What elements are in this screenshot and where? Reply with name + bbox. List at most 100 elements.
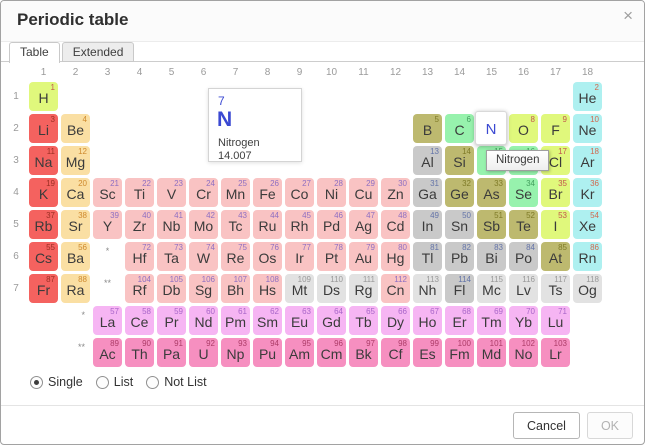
element-Ar[interactable]: 18Ar — [573, 146, 602, 175]
element-Fm[interactable]: 100Fm — [445, 338, 474, 367]
element-Ds[interactable]: 110Ds — [317, 274, 346, 303]
element-I[interactable]: 53I — [541, 210, 570, 239]
element-Ne[interactable]: 10Ne — [573, 114, 602, 143]
element-Bi[interactable]: 83Bi — [477, 242, 506, 271]
element-Mt[interactable]: 109Mt — [285, 274, 314, 303]
element-Ru[interactable]: 44Ru — [253, 210, 282, 239]
element-Ho[interactable]: 67Ho — [413, 306, 442, 335]
element-Rh[interactable]: 45Rh — [285, 210, 314, 239]
element-Lv[interactable]: 116Lv — [509, 274, 538, 303]
element-Fl[interactable]: 114Fl — [445, 274, 474, 303]
cancel-button[interactable]: Cancel — [513, 412, 580, 439]
element-Rb[interactable]: 37Rb — [29, 210, 58, 239]
element-Kr[interactable]: 36Kr — [573, 178, 602, 207]
element-Ac[interactable]: 89Ac — [93, 338, 122, 367]
element-Fe[interactable]: 26Fe — [253, 178, 282, 207]
element-Os[interactable]: 76Os — [253, 242, 282, 271]
element-Na[interactable]: 11Na — [29, 146, 58, 175]
element-In[interactable]: 49In — [413, 210, 442, 239]
element-Cd[interactable]: 48Cd — [381, 210, 410, 239]
element-Co[interactable]: 27Co — [285, 178, 314, 207]
element-Al[interactable]: 13Al — [413, 146, 442, 175]
element-Th[interactable]: 90Th — [125, 338, 154, 367]
element-Ra[interactable]: 88Ra — [61, 274, 90, 303]
element-Fr[interactable]: 87Fr — [29, 274, 58, 303]
element-V[interactable]: 23V — [157, 178, 186, 207]
element-Ba[interactable]: 56Ba — [61, 242, 90, 271]
element-At[interactable]: 85At — [541, 242, 570, 271]
element-Sr[interactable]: 38Sr — [61, 210, 90, 239]
element-Mn[interactable]: 25Mn — [221, 178, 250, 207]
element-Rf[interactable]: 104Rf — [125, 274, 154, 303]
element-Bk[interactable]: 97Bk — [349, 338, 378, 367]
element-Tl[interactable]: 81Tl — [413, 242, 442, 271]
element-He[interactable]: 2He — [573, 82, 602, 111]
element-Hf[interactable]: 72Hf — [125, 242, 154, 271]
element-No[interactable]: 102No — [509, 338, 538, 367]
radio-not-list[interactable]: Not List — [146, 375, 206, 389]
element-Np[interactable]: 93Np — [221, 338, 250, 367]
element-Ag[interactable]: 47Ag — [349, 210, 378, 239]
element-Cn[interactable]: 112Cn — [381, 274, 410, 303]
element-Tm[interactable]: 69Tm — [477, 306, 506, 335]
element-Li[interactable]: 3Li — [29, 114, 58, 143]
element-Te[interactable]: 52Te — [509, 210, 538, 239]
element-Ti[interactable]: 22Ti — [125, 178, 154, 207]
radio-icon[interactable] — [146, 376, 159, 389]
element-Pt[interactable]: 78Pt — [317, 242, 346, 271]
element-Ce[interactable]: 58Ce — [125, 306, 154, 335]
element-Eu[interactable]: 63Eu — [285, 306, 314, 335]
element-Zn[interactable]: 30Zn — [381, 178, 410, 207]
element-Y[interactable]: 39Y — [93, 210, 122, 239]
element-Ir[interactable]: 77Ir — [285, 242, 314, 271]
element-Hg[interactable]: 80Hg — [381, 242, 410, 271]
element-Cr[interactable]: 24Cr — [189, 178, 218, 207]
element-Sm[interactable]: 62Sm — [253, 306, 282, 335]
element-As[interactable]: 33As — [477, 178, 506, 207]
element-Po[interactable]: 84Po — [509, 242, 538, 271]
element-Xe[interactable]: 54Xe — [573, 210, 602, 239]
element-Rn[interactable]: 86Rn — [573, 242, 602, 271]
tab-table[interactable]: Table — [9, 42, 60, 63]
element-Cf[interactable]: 98Cf — [381, 338, 410, 367]
element-H[interactable]: 1H — [29, 82, 58, 111]
element-Nb[interactable]: 41Nb — [157, 210, 186, 239]
radio-single[interactable]: Single — [30, 375, 83, 389]
element-Br[interactable]: 35Br — [541, 178, 570, 207]
radio-icon[interactable] — [96, 376, 109, 389]
element-U[interactable]: 92U — [189, 338, 218, 367]
element-Db[interactable]: 105Db — [157, 274, 186, 303]
element-Nh[interactable]: 113Nh — [413, 274, 442, 303]
element-Si[interactable]: 14Si — [445, 146, 474, 175]
element-Zr[interactable]: 40Zr — [125, 210, 154, 239]
element-Pa[interactable]: 91Pa — [157, 338, 186, 367]
element-Sb[interactable]: 51Sb — [477, 210, 506, 239]
element-Md[interactable]: 101Md — [477, 338, 506, 367]
element-Mo[interactable]: 42Mo — [189, 210, 218, 239]
element-Nd[interactable]: 60Nd — [189, 306, 218, 335]
element-Sc[interactable]: 21Sc — [93, 178, 122, 207]
element-Sn[interactable]: 50Sn — [445, 210, 474, 239]
element-Pb[interactable]: 82Pb — [445, 242, 474, 271]
element-Bh[interactable]: 107Bh — [221, 274, 250, 303]
element-Pu[interactable]: 94Pu — [253, 338, 282, 367]
element-Lu[interactable]: 71Lu — [541, 306, 570, 335]
element-Og[interactable]: 118Og — [573, 274, 602, 303]
tab-extended[interactable]: Extended — [62, 42, 135, 62]
element-N[interactable]: 7N — [475, 111, 507, 145]
element-Pr[interactable]: 59Pr — [157, 306, 186, 335]
element-Pd[interactable]: 46Pd — [317, 210, 346, 239]
element-Pm[interactable]: 61Pm — [221, 306, 250, 335]
radio-icon[interactable] — [30, 376, 43, 389]
element-Ca[interactable]: 20Ca — [61, 178, 90, 207]
element-Au[interactable]: 79Au — [349, 242, 378, 271]
element-Ts[interactable]: 117Ts — [541, 274, 570, 303]
element-Ta[interactable]: 73Ta — [157, 242, 186, 271]
element-Tb[interactable]: 65Tb — [349, 306, 378, 335]
element-Mg[interactable]: 12Mg — [61, 146, 90, 175]
element-C[interactable]: 6C — [445, 114, 474, 143]
element-Tc[interactable]: 43Tc — [221, 210, 250, 239]
element-Lr[interactable]: 103Lr — [541, 338, 570, 367]
element-Cu[interactable]: 29Cu — [349, 178, 378, 207]
element-Cm[interactable]: 96Cm — [317, 338, 346, 367]
